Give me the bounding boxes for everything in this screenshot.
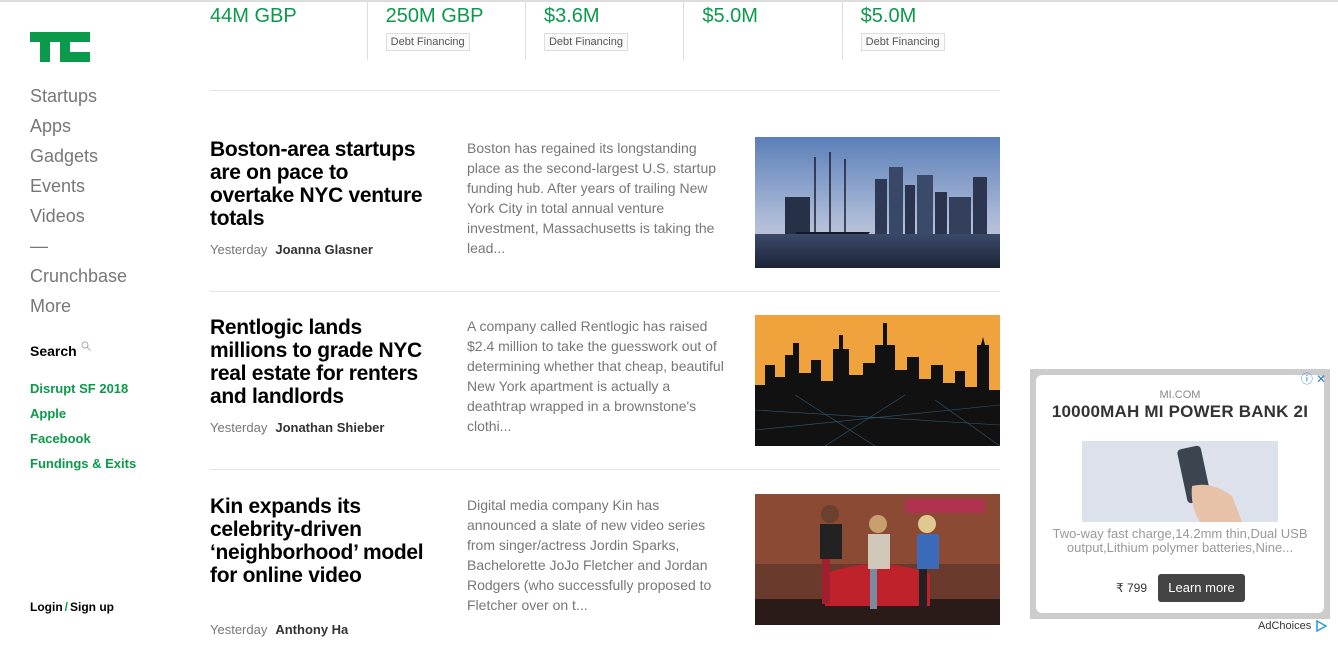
login-link[interactable]: Login (30, 600, 63, 614)
adchoices-icon (1316, 620, 1328, 632)
ad-price: ₹ 799 (1116, 581, 1147, 595)
article-time: Yesterday (210, 420, 268, 435)
nav-startups[interactable]: Startups (30, 84, 127, 114)
article-excerpt: Boston has regained its longstanding pla… (467, 140, 717, 256)
ad-domain: MI.COM (1159, 389, 1201, 401)
tag-facebook[interactable]: Facebook (30, 430, 136, 455)
nav-videos[interactable]: Videos (30, 204, 127, 234)
funding-type-badge: Debt Financing (860, 33, 945, 51)
article-author[interactable]: Jonathan Shieber (275, 420, 384, 435)
article-thumbnail-kin-video[interactable] (755, 494, 1000, 625)
nav-separator: — (30, 236, 48, 256)
article-excerpt: A company called Rentlogic has raised $2… (467, 318, 724, 434)
article-meta: Yesterday Jonathan Shieber (210, 420, 384, 435)
search-label: Search (30, 343, 77, 359)
divider (210, 469, 1000, 470)
funding-amount: 44M GBP (210, 5, 297, 27)
login-slash: / (64, 600, 68, 614)
article-headline[interactable]: Kin expands its celebrity-driven ‘neighb… (210, 495, 435, 587)
article-meta: Yesterday Joanna Glasner (210, 242, 373, 257)
funding-item[interactable]: 44M GBP (210, 0, 367, 60)
funding-amount: $3.6M (543, 5, 600, 27)
funding-amount: $5.0M (702, 5, 758, 27)
learn-more-button[interactable]: Learn more (1158, 574, 1245, 602)
nav-gadgets[interactable]: Gadgets (30, 144, 127, 174)
advertisement: ⓘ ✕ MI.COM 10000MAH MI POWER BANK 2I Two… (1030, 369, 1330, 619)
nav-events[interactable]: Events (30, 174, 127, 204)
search-icon (81, 341, 91, 351)
article-headline[interactable]: Rentlogic lands millions to grade NYC re… (210, 316, 435, 408)
sidebar-nav: Startups Apps Gadgets Events Videos — Cr… (30, 84, 127, 324)
article-meta: Yesterday Anthony Ha (210, 622, 348, 637)
article-thumbnail-nyc-skyline[interactable] (755, 315, 1000, 446)
article-author[interactable]: Joanna Glasner (275, 242, 373, 257)
trending-tags: Disrupt SF 2018 Apple Facebook Fundings … (30, 380, 136, 480)
article-excerpt: Digital media company Kin has announced … (467, 497, 712, 613)
article-time: Yesterday (210, 242, 268, 257)
info-icon[interactable]: ⓘ (1301, 373, 1313, 385)
fundings-strip: 44M GBP 250M GBP Debt Financing $3.6M De… (210, 0, 1000, 60)
article-headline[interactable]: Boston-area startups are on pace to over… (210, 138, 435, 230)
funding-amount: $5.0M (860, 5, 917, 27)
close-icon[interactable]: ✕ (1316, 373, 1326, 385)
tag-apple[interactable]: Apple (30, 405, 136, 430)
techcrunch-logo[interactable] (30, 32, 90, 62)
ad-info-controls: ⓘ ✕ (1301, 373, 1326, 385)
divider (210, 291, 1000, 292)
ad-product-image-power-bank[interactable] (1082, 441, 1278, 522)
funding-item[interactable]: $5.0M Debt Financing (841, 0, 1000, 60)
ad-title[interactable]: 10000MAH MI POWER BANK 2I (1036, 402, 1324, 422)
funding-type-badge: Debt Financing (543, 33, 628, 51)
nav-more[interactable]: More (30, 294, 127, 324)
article-time: Yesterday (210, 622, 268, 637)
ad-description: Two-way fast charge,14.2mm thin,Dual USB… (1052, 526, 1308, 555)
article-author[interactable]: Anthony Ha (275, 622, 348, 637)
article-thumbnail-boston-harbor[interactable] (755, 137, 1000, 268)
nav-apps[interactable]: Apps (30, 114, 127, 144)
tag-disrupt[interactable]: Disrupt SF 2018 (30, 380, 136, 405)
signup-link[interactable]: Sign up (70, 600, 114, 614)
funding-item[interactable]: 250M GBP Debt Financing (366, 0, 525, 60)
adchoices-label: AdChoices (1258, 620, 1312, 632)
funding-type-badge: Debt Financing (385, 33, 470, 51)
login-signup: Login / Sign up (30, 600, 114, 614)
tag-fundings[interactable]: Fundings & Exits (30, 455, 136, 480)
sidebar: Startups Apps Gadgets Events Videos — Cr… (0, 0, 200, 666)
funding-amount: 250M GBP (385, 5, 484, 27)
search-button[interactable]: Search (30, 341, 91, 359)
funding-item[interactable]: $3.6M Debt Financing (524, 0, 683, 60)
ad-card[interactable]: ⓘ ✕ MI.COM 10000MAH MI POWER BANK 2I Two… (1036, 373, 1326, 613)
nav-crunchbase[interactable]: Crunchbase (30, 264, 127, 294)
divider (210, 90, 1000, 91)
adchoices-link[interactable]: AdChoices (1258, 620, 1328, 632)
funding-item[interactable]: $5.0M (683, 0, 841, 60)
